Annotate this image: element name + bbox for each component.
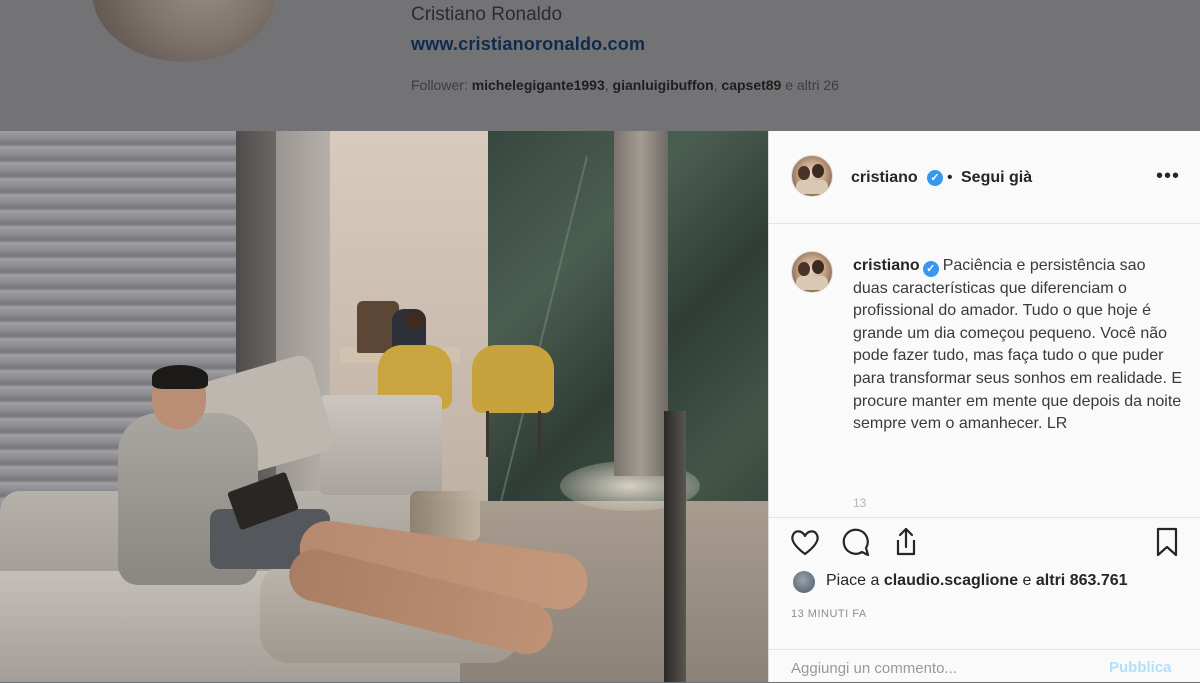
follower-link[interactable]: michelegigante1993 [472,77,605,93]
verified-badge-icon: ✓ [927,170,943,186]
likes-and: e [1022,572,1032,589]
liker-avatar[interactable] [793,571,815,593]
profile-header: Cristiano Ronaldo www.cristianoronaldo.c… [0,0,1200,131]
avatar-detail [812,164,824,178]
follower-link[interactable]: gianluigibuffon [613,77,714,93]
profile-website-link[interactable]: www.cristianoronaldo.com [411,34,645,55]
post-username[interactable]: cristiano [851,169,918,187]
avatar-detail [796,180,828,194]
post-caption: cristiano ✓ Paciência e persistência sao d… [853,255,1183,436]
comment-bar: Pubblica [769,649,1200,683]
ellipsis-icon[interactable]: ••• [1153,161,1183,191]
child-head [404,309,426,331]
user-avatar[interactable] [791,155,833,197]
post-photo[interactable] [0,131,768,682]
likes-count[interactable]: altri 863.761 [1036,572,1128,589]
profile-name: Cristiano Ronaldo [411,4,563,25]
comment-input[interactable] [791,660,1091,677]
avatar-detail [812,260,824,274]
post-header: cristiano ✓ • Segui già ••• [769,131,1200,224]
avatar-detail [796,276,828,290]
avatar-detail [798,262,810,276]
caption-username[interactable]: cristiano [853,257,920,274]
liker-username[interactable]: claudio.scaglione [884,572,1018,589]
post-timestamp[interactable]: 13 MINUTI FA [791,608,867,620]
comment-icon[interactable] [837,524,873,560]
post-panel: cristiano ✓ • Segui già ••• cristiano ✓ Pa… [768,131,1200,682]
followers-prefix: Follower: [411,77,468,93]
chair-leg [538,411,541,457]
avatar-detail [798,166,810,180]
likes-text: Piace a claudio.scaglione e altri 863.76… [826,572,1128,590]
caption-text: Paciência e persistência sao duas caract… [853,257,1183,433]
profile-followers: Follower: michelegigante1993, gianluigib… [411,77,839,93]
profile-avatar[interactable] [92,0,276,62]
stone-column [614,131,668,476]
dot-separator: • [947,169,953,186]
sofa-arm [320,395,442,495]
person-hair [152,365,208,389]
post-comment-button[interactable]: Pubblica [1109,659,1172,676]
post-actions-bar [769,517,1200,568]
share-icon[interactable] [887,524,923,560]
glass-edge [664,411,686,682]
followers-suffix[interactable]: e altri 26 [785,77,839,93]
verified-badge-icon: ✓ [922,261,939,277]
likes-prefix: Piace a [826,572,880,589]
heart-icon[interactable] [787,524,823,560]
caption-avatar[interactable] [791,251,833,293]
follow-status-button[interactable]: Segui già [961,169,1032,187]
yellow-armchair [472,345,554,413]
follower-link[interactable]: capset89 [721,77,781,93]
chair-leg [486,411,489,457]
caption-overflow-text: 13 [853,496,867,510]
bookmark-icon[interactable] [1149,524,1185,560]
